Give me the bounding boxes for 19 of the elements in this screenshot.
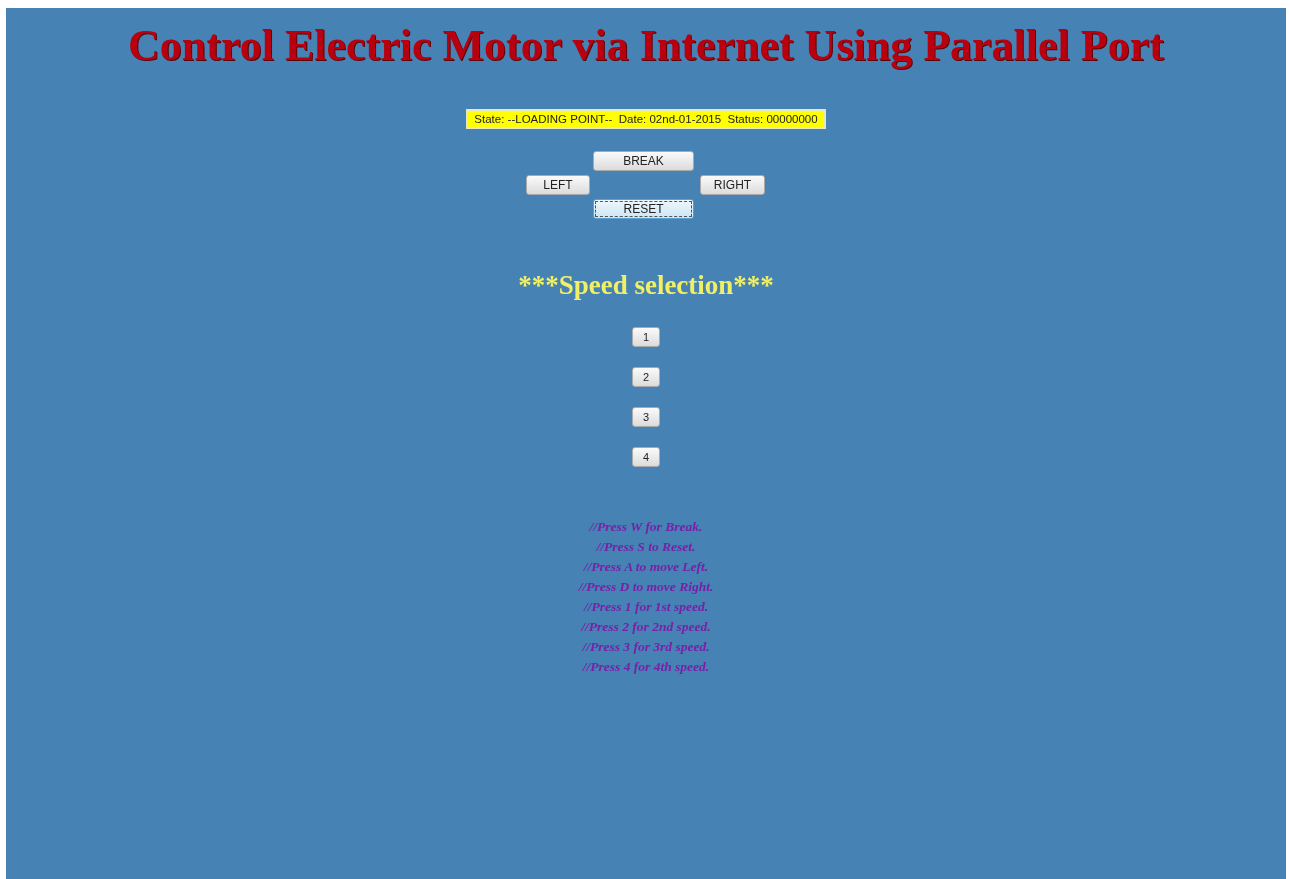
speed-button[interactable]: 1 xyxy=(632,327,660,347)
left-button[interactable]: LEFT xyxy=(526,175,590,195)
instruction-text: //Press W for Break. xyxy=(589,518,703,536)
status-bar: State: --LOADING POINT-- Date: 02nd-01-2015 Status: 00000000 xyxy=(466,109,826,129)
instruction-text: //Press 3 for 3rd speed. xyxy=(582,638,710,656)
reset-button[interactable]: RESET xyxy=(593,199,694,219)
instruction-text: //Press S to Reset. xyxy=(596,538,696,556)
speed-button[interactable]: 2 xyxy=(632,367,660,387)
instruction-text: //Press D to move Right. xyxy=(578,578,714,596)
page-title: Control Electric Motor via Internet Using Parallel Port xyxy=(128,20,1164,72)
right-button[interactable]: RIGHT xyxy=(700,175,765,195)
break-button[interactable]: BREAK xyxy=(593,151,694,171)
speed-button[interactable]: 3 xyxy=(632,407,660,427)
instruction-text: //Press 1 for 1st speed. xyxy=(583,598,709,616)
instruction-text: //Press A to move Left. xyxy=(583,558,709,576)
instruction-text: //Press 4 for 4th speed. xyxy=(582,658,710,676)
speed-button[interactable]: 4 xyxy=(632,447,660,467)
speed-heading: ***Speed selection*** xyxy=(518,269,774,301)
instruction-text: //Press 2 for 2nd speed. xyxy=(581,618,711,636)
